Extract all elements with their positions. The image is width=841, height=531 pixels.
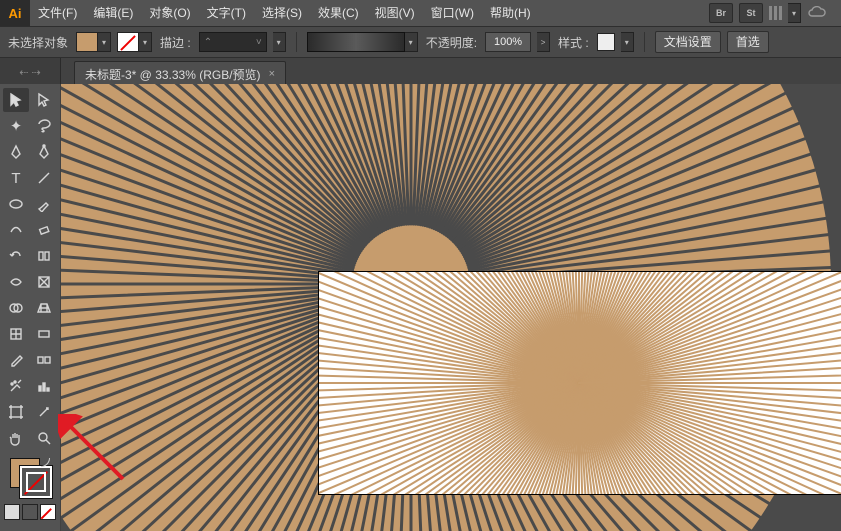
document-tab[interactable]: 未标题-3* @ 33.33% (RGB/预览) × xyxy=(74,61,286,86)
menu-file[interactable]: 文件(F) xyxy=(30,0,85,26)
zoom-tool[interactable] xyxy=(31,426,57,450)
eyedropper-tool[interactable] xyxy=(3,348,29,372)
stock-icon[interactable]: St xyxy=(739,3,763,23)
gradient-tool[interactable] xyxy=(31,322,57,346)
color-mode-gradient[interactable] xyxy=(22,504,38,520)
column-graph-tool[interactable] xyxy=(31,374,57,398)
symbol-sprayer-tool[interactable] xyxy=(3,374,29,398)
color-mode-none[interactable] xyxy=(40,504,56,520)
menu-view[interactable]: 视图(V) xyxy=(367,0,423,26)
selection-tool[interactable] xyxy=(3,88,29,112)
shape-builder-tool[interactable] xyxy=(3,296,29,320)
menu-help[interactable]: 帮助(H) xyxy=(482,0,539,26)
fill-swatch[interactable] xyxy=(76,32,98,52)
close-tab-icon[interactable]: × xyxy=(269,68,275,80)
graphic-style-swatch[interactable] xyxy=(597,33,615,51)
magic-wand-tool[interactable]: ✦ xyxy=(3,114,29,138)
fill-dropdown[interactable]: ▾ xyxy=(98,32,111,52)
blend-tool[interactable] xyxy=(31,348,57,372)
style-label: 样式 : xyxy=(556,34,591,51)
stroke-swatch[interactable] xyxy=(117,32,139,52)
color-mode-row xyxy=(4,504,56,520)
free-transform-tool[interactable] xyxy=(31,270,57,294)
lasso-tool[interactable] xyxy=(31,114,57,138)
opacity-dropdown[interactable]: > xyxy=(537,32,550,52)
brush-dropdown[interactable]: ▾ xyxy=(405,32,418,52)
menu-window[interactable]: 窗口(W) xyxy=(423,0,482,26)
menu-effect[interactable]: 效果(C) xyxy=(310,0,367,26)
artboard-tool[interactable] xyxy=(3,400,29,424)
stroke-weight-input[interactable]: ⌃˅ xyxy=(199,32,267,52)
workspace-switcher-dropdown[interactable]: ▾ xyxy=(788,3,801,23)
canvas[interactable] xyxy=(61,84,841,531)
stroke-dropdown[interactable]: ▾ xyxy=(139,32,152,52)
brush-definition-swatch[interactable] xyxy=(307,32,405,52)
menu-type[interactable]: 文字(T) xyxy=(199,0,254,26)
selection-status: 未选择对象 xyxy=(6,34,70,51)
mesh-tool[interactable] xyxy=(3,322,29,346)
slice-tool[interactable] xyxy=(31,400,57,424)
preferences-button[interactable]: 首选 xyxy=(727,31,769,53)
line-segment-tool[interactable] xyxy=(31,166,57,190)
menu-object[interactable]: 对象(O) xyxy=(141,0,198,26)
ellipse-tool[interactable] xyxy=(3,192,29,216)
reflect-tool[interactable] xyxy=(31,244,57,268)
swap-fill-stroke-icon[interactable] xyxy=(38,456,52,470)
perspective-grid-tool[interactable] xyxy=(31,296,57,320)
separator xyxy=(296,32,297,52)
control-bar: 未选择对象 ▾ ▾ 描边 : ⌃˅ ▾ ▾ 不透明度: 100% > 样式 : … xyxy=(0,26,841,58)
stroke-weight-dropdown[interactable]: ▾ xyxy=(273,32,286,52)
rotate-tool[interactable] xyxy=(3,244,29,268)
artboard xyxy=(319,272,841,494)
document-tab-title: 未标题-3* @ 33.33% (RGB/预览) xyxy=(85,66,261,83)
shaper-tool[interactable] xyxy=(3,218,29,242)
style-dropdown[interactable]: ▾ xyxy=(621,32,634,52)
stroke-label: 描边 : xyxy=(158,34,193,51)
stroke-color-well[interactable] xyxy=(20,466,52,498)
width-tool[interactable] xyxy=(3,270,29,294)
curvature-tool[interactable] xyxy=(31,140,57,164)
opacity-input[interactable]: 100% xyxy=(485,32,531,52)
document-setup-button[interactable]: 文档设置 xyxy=(655,31,721,53)
direct-selection-tool[interactable] xyxy=(31,88,57,112)
tools-panel: ✦ T xyxy=(0,84,61,531)
hand-tool[interactable] xyxy=(3,426,29,450)
menu-select[interactable]: 选择(S) xyxy=(254,0,310,26)
workspace: ✦ T xyxy=(0,84,841,531)
paintbrush-tool[interactable] xyxy=(31,192,57,216)
color-mode-solid[interactable] xyxy=(4,504,20,520)
app-logo: Ai xyxy=(0,0,30,26)
artboard-rays xyxy=(319,272,841,494)
menu-edit[interactable]: 编辑(E) xyxy=(85,0,141,26)
menu-bar: Ai 文件(F) 编辑(E) 对象(O) 文字(T) 选择(S) 效果(C) 视… xyxy=(0,0,841,26)
type-tool[interactable]: T xyxy=(3,166,29,190)
sync-icon[interactable] xyxy=(807,4,829,22)
fill-stroke-indicator[interactable] xyxy=(6,456,54,498)
arrange-documents-icon[interactable] xyxy=(769,6,782,20)
opacity-label: 不透明度: xyxy=(424,34,479,51)
separator xyxy=(644,32,645,52)
tab-scroll-buttons[interactable]: ⇠ ⇢ xyxy=(0,58,61,86)
document-tab-bar: ⇠ ⇢ 未标题-3* @ 33.33% (RGB/预览) × xyxy=(0,58,841,87)
pen-tool[interactable] xyxy=(3,140,29,164)
eraser-tool[interactable] xyxy=(31,218,57,242)
bridge-icon[interactable]: Br xyxy=(709,3,733,23)
